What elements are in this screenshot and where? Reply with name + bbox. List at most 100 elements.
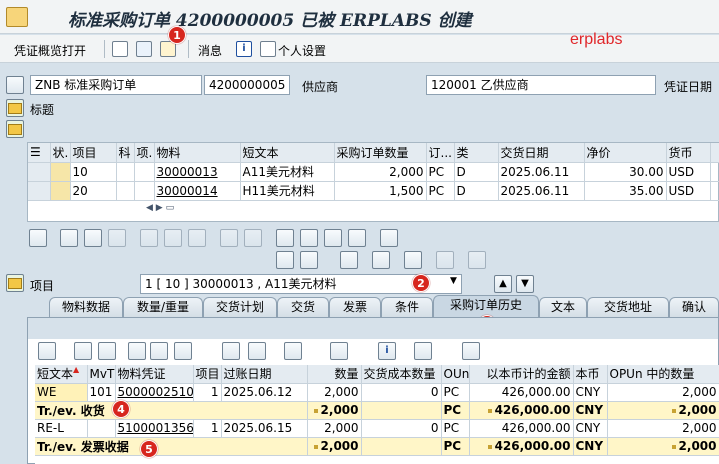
date-cell[interactable]: 2025.06.12: [221, 383, 308, 402]
item-cell[interactable]: 1: [193, 419, 222, 438]
col-item-cat[interactable]: 项.: [134, 143, 155, 163]
chevron-down-icon[interactable]: ▼: [450, 276, 457, 286]
messages-button[interactable]: 消息: [198, 42, 222, 59]
item-details-icon[interactable]: [29, 229, 47, 247]
po-number-field[interactable]: 4200000005: [204, 75, 290, 95]
deselect-all-icon[interactable]: [84, 229, 102, 247]
oun-cell[interactable]: PC: [441, 419, 470, 438]
col-po-qty[interactable]: 采购订单数量: [334, 143, 427, 163]
sort-descending-icon[interactable]: [98, 342, 116, 360]
settings-icon[interactable]: [414, 342, 432, 360]
col-status[interactable]: 状.: [50, 143, 71, 163]
oun-cell[interactable]: PC: [441, 383, 470, 402]
document-overview-button[interactable]: 凭证概览打开: [14, 42, 86, 59]
collapse-item-detail-icon[interactable]: [6, 274, 24, 292]
col-amount-local[interactable]: 以本币计的金额: [469, 365, 574, 384]
col-opun-quantity[interactable]: OPUn 中的数量: [607, 365, 719, 384]
new-document-icon[interactable]: [112, 41, 128, 57]
find-icon[interactable]: [128, 342, 146, 360]
opun-qty-cell[interactable]: 2,000: [607, 419, 719, 438]
copy-item-icon[interactable]: [108, 229, 126, 247]
delete-icon[interactable]: [140, 229, 158, 247]
dc-qty-cell[interactable]: 0: [361, 383, 442, 402]
row-selector[interactable]: [28, 162, 51, 182]
table-row[interactable]: RE-L 5100001356 1 2025.06.15 2,000 0 PC …: [35, 419, 719, 438]
document-type-select[interactable]: ZNB 标准采购订单: [30, 75, 202, 95]
personal-settings-icon[interactable]: [260, 41, 276, 57]
filter-icon[interactable]: [174, 342, 192, 360]
layout-icon[interactable]: [330, 342, 348, 360]
qty-cell[interactable]: 2,000: [307, 383, 362, 402]
category-cell[interactable]: D: [454, 162, 499, 182]
qty-cell[interactable]: 1,500: [334, 181, 427, 201]
copy-items-icon[interactable]: [404, 251, 422, 269]
material-link[interactable]: 30000013: [154, 162, 241, 182]
expand-items-icon[interactable]: [6, 120, 24, 138]
filter-settings-icon[interactable]: [348, 229, 366, 247]
col-type[interactable]: 短文本▲: [35, 365, 88, 384]
hierarchy-icon[interactable]: [300, 251, 318, 269]
col-local-currency[interactable]: 本币: [573, 365, 608, 384]
qty-cell[interactable]: 2,000: [334, 162, 427, 182]
date-cell[interactable]: 2025.06.15: [221, 419, 308, 438]
col-oun[interactable]: OUn: [441, 365, 470, 384]
tab-conditions[interactable]: 条件: [381, 297, 433, 317]
category-cell[interactable]: D: [454, 181, 499, 201]
col-material[interactable]: 物料: [154, 143, 241, 163]
move-right-icon[interactable]: [340, 251, 358, 269]
find-next-icon[interactable]: [150, 342, 168, 360]
col-account[interactable]: 科: [116, 143, 135, 163]
tab-texts[interactable]: 文本: [539, 297, 587, 317]
grid-menu-icon[interactable]: ☰: [28, 143, 51, 163]
print-icon[interactable]: [222, 342, 240, 360]
sort-ascending-icon[interactable]: [74, 342, 92, 360]
col-quantity[interactable]: 数量: [307, 365, 362, 384]
details-icon[interactable]: [38, 342, 56, 360]
next-item-button[interactable]: ▼: [516, 275, 534, 293]
structure-icon[interactable]: [276, 251, 294, 269]
item-cell[interactable]: 20: [70, 181, 117, 201]
mvt-cell[interactable]: [87, 419, 116, 438]
personal-settings-button[interactable]: 个人设置: [278, 42, 326, 59]
paste-icon[interactable]: [244, 229, 262, 247]
unlock-icon[interactable]: [188, 229, 206, 247]
default-values-icon[interactable]: [380, 229, 398, 247]
amount-cell[interactable]: 426,000.00: [469, 383, 574, 402]
dc-qty-cell[interactable]: 0: [361, 419, 442, 438]
col-item[interactable]: 项目: [70, 143, 117, 163]
date-cell[interactable]: 2025.06.11: [498, 162, 585, 182]
sort-descending-icon[interactable]: [300, 229, 318, 247]
tab-delivery-address[interactable]: 交货地址: [587, 297, 669, 317]
info-icon[interactable]: i: [236, 41, 252, 57]
refresh-icon[interactable]: [462, 342, 480, 360]
material-doc-link[interactable]: 5000002510: [115, 383, 194, 402]
col-order-unit[interactable]: 订...: [426, 143, 455, 163]
tab-material-data[interactable]: 物料数据: [49, 297, 123, 317]
paste-items-icon[interactable]: [468, 251, 486, 269]
short-text-cell[interactable]: A11美元材料: [240, 162, 335, 182]
table-row[interactable]: WE 101 5000002510 1 2025.06.12 2,000 0 P…: [35, 383, 719, 402]
item-cell[interactable]: 10: [70, 162, 117, 182]
table-row[interactable]: 20 30000014 H11美元材料 1,500 PC D 2025.06.1…: [28, 181, 719, 201]
col-category[interactable]: 类: [454, 143, 499, 163]
vendor-field[interactable]: 120001 乙供应商: [426, 75, 656, 95]
display-change-icon[interactable]: [136, 41, 152, 57]
views-icon[interactable]: [248, 342, 266, 360]
type-cell[interactable]: RE-L: [35, 419, 88, 438]
material-doc-link[interactable]: 5100001356: [115, 419, 194, 438]
currency-cell[interactable]: CNY: [573, 419, 608, 438]
subtotal-row[interactable]: Tr./ev. 收货 2,000 PC 426,000.00 CNY 2,000: [35, 401, 719, 420]
opun-qty-cell[interactable]: 2,000: [607, 383, 719, 402]
row-selector[interactable]: [28, 181, 51, 201]
date-cell[interactable]: 2025.06.11: [498, 181, 585, 201]
col-delivery-date[interactable]: 交货日期: [498, 143, 585, 163]
unit-cell[interactable]: PC: [426, 181, 455, 201]
currency-cell[interactable]: USD: [666, 162, 711, 182]
mvt-cell[interactable]: 101: [87, 383, 116, 402]
unit-cell[interactable]: PC: [426, 162, 455, 182]
lock-icon[interactable]: [164, 229, 182, 247]
col-short-text[interactable]: 短文本: [240, 143, 335, 163]
col-material-doc[interactable]: 物料凭证: [115, 365, 194, 384]
tab-delivery-schedule[interactable]: 交货计划: [203, 297, 277, 317]
tab-po-history[interactable]: 采购订单历史: [433, 295, 539, 317]
